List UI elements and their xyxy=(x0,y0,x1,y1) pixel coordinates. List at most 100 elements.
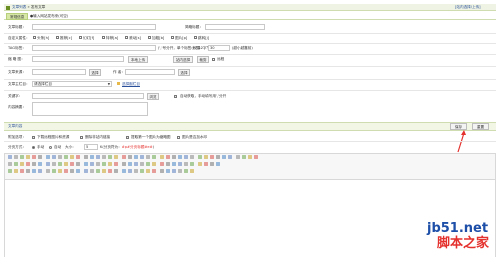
editor-tool-icon[interactable] xyxy=(8,155,12,159)
editor-tool-icon[interactable] xyxy=(204,155,208,159)
editor-tool-icon[interactable] xyxy=(90,169,94,173)
editor-tool-icon[interactable] xyxy=(26,155,30,159)
upload-button[interactable]: 本地上传 xyxy=(128,56,148,63)
tab-general[interactable]: 常规信息 xyxy=(6,13,29,20)
editor-tool-icon[interactable] xyxy=(96,169,100,173)
editor-tool-icon[interactable] xyxy=(228,155,232,159)
editor-tool-icon[interactable] xyxy=(236,155,240,159)
editor-tool-icon[interactable] xyxy=(76,155,80,159)
editor-tool-icon[interactable] xyxy=(84,169,88,173)
attr-checkbox[interactable] xyxy=(194,36,197,39)
editor-tool-icon[interactable] xyxy=(58,169,62,173)
attr-checkbox[interactable] xyxy=(33,36,36,39)
editor-tool-icon[interactable] xyxy=(20,162,24,166)
editor-tool-icon[interactable] xyxy=(38,162,42,166)
editor-tool-icon[interactable] xyxy=(52,169,56,173)
editor-tool-icon[interactable] xyxy=(128,169,132,173)
editor-tool-icon[interactable] xyxy=(198,155,202,159)
editor-tool-icon[interactable] xyxy=(108,155,112,159)
editor-tool-icon[interactable] xyxy=(58,162,62,166)
tab-advanced[interactable]: ●输入网站发布来(可空) xyxy=(30,14,68,19)
editor-tool-icon[interactable] xyxy=(152,169,156,173)
editor-tool-icon[interactable] xyxy=(152,155,156,159)
first-image-thumb-checkbox[interactable] xyxy=(126,135,129,139)
breadcrumb-current[interactable]: 文章列表 xyxy=(12,5,26,9)
keywords-input[interactable] xyxy=(32,93,144,99)
author-select-button[interactable]: 选择 xyxy=(178,69,190,76)
editor-tool-icon[interactable] xyxy=(134,155,138,159)
editor-tool-icon[interactable] xyxy=(146,169,150,173)
editor-tool-icon[interactable] xyxy=(96,155,100,159)
remote-checkbox[interactable] xyxy=(212,57,215,61)
column-select[interactable]: 请选择栏目 ▼ xyxy=(32,81,112,87)
editor-tool-icon[interactable] xyxy=(140,155,144,159)
editor-tool-icon[interactable] xyxy=(184,169,188,173)
editor-tool-icon[interactable] xyxy=(128,162,132,166)
reset-button[interactable]: 重置 xyxy=(472,123,489,130)
editor-tool-icon[interactable] xyxy=(102,162,106,166)
editor-tool-icon[interactable] xyxy=(96,162,100,166)
editor-tool-icon[interactable] xyxy=(14,155,18,159)
editor-tool-icon[interactable] xyxy=(84,162,88,166)
editor-tool-icon[interactable] xyxy=(114,155,118,159)
keywords-browse-button[interactable]: 浏览 xyxy=(147,93,159,100)
editor-tool-icon[interactable] xyxy=(46,162,50,166)
editor-tool-icon[interactable] xyxy=(166,162,170,166)
attr-checkbox[interactable] xyxy=(148,36,151,39)
attr-checkbox[interactable] xyxy=(125,36,128,39)
editor-tool-icon[interactable] xyxy=(38,169,42,173)
attr-checkbox[interactable] xyxy=(171,36,174,39)
editor-tool-icon[interactable] xyxy=(134,169,138,173)
editor-tool-icon[interactable] xyxy=(8,162,12,166)
editor-tool-icon[interactable] xyxy=(160,155,164,159)
editor-tool-icon[interactable] xyxy=(248,155,252,159)
editor-tool-icon[interactable] xyxy=(146,162,150,166)
editor-tool-icon[interactable] xyxy=(152,162,156,166)
editor-tool-icon[interactable] xyxy=(8,169,12,173)
attr-checkbox[interactable] xyxy=(79,36,82,39)
editor-tool-icon[interactable] xyxy=(204,162,208,166)
editor-tool-icon[interactable] xyxy=(128,155,132,159)
download-remote-checkbox[interactable] xyxy=(32,135,35,139)
editor-tool-icon[interactable] xyxy=(178,155,182,159)
editor-tool-icon[interactable] xyxy=(46,169,50,173)
editor-tool-icon[interactable] xyxy=(140,169,144,173)
editor-tool-icon[interactable] xyxy=(20,155,24,159)
editor-tool-icon[interactable] xyxy=(114,169,118,173)
editor-tool-icon[interactable] xyxy=(122,169,126,173)
editor-tool-icon[interactable] xyxy=(52,155,56,159)
choose-button[interactable]: 站内选择 xyxy=(173,56,193,63)
editor-tool-icon[interactable] xyxy=(166,169,170,173)
editor-tool-icon[interactable] xyxy=(52,162,56,166)
editor-tool-icon[interactable] xyxy=(70,162,74,166)
editor-tool-icon[interactable] xyxy=(216,162,220,166)
tag-input[interactable] xyxy=(32,45,156,51)
editor-tool-icon[interactable] xyxy=(32,155,36,159)
title-input[interactable] xyxy=(32,24,156,30)
editor-tool-icon[interactable] xyxy=(20,169,24,173)
upload-select-link[interactable]: [站内选择/上传] xyxy=(455,5,481,10)
remove-links-checkbox[interactable] xyxy=(80,135,83,139)
editor-tool-icon[interactable] xyxy=(90,155,94,159)
auto-radio[interactable] xyxy=(49,145,52,149)
crop-button[interactable]: 裁剪 xyxy=(197,56,209,63)
editor-tool-icon[interactable] xyxy=(102,155,106,159)
editor-tool-icon[interactable] xyxy=(122,162,126,166)
editor-tool-icon[interactable] xyxy=(46,155,50,159)
editor-tool-icon[interactable] xyxy=(210,155,214,159)
auto-keywords-checkbox[interactable] xyxy=(174,94,177,98)
editor-tool-icon[interactable] xyxy=(114,162,118,166)
editor-tool-icon[interactable] xyxy=(172,169,176,173)
source-input[interactable] xyxy=(32,69,86,75)
attr-checkbox[interactable] xyxy=(102,36,105,39)
editor-tool-icon[interactable] xyxy=(190,155,194,159)
editor-tool-icon[interactable] xyxy=(184,155,188,159)
editor-tool-icon[interactable] xyxy=(64,162,68,166)
editor-tool-icon[interactable] xyxy=(222,155,226,159)
editor-tool-icon[interactable] xyxy=(70,155,74,159)
editor-tool-icon[interactable] xyxy=(160,162,164,166)
editor-tool-icon[interactable] xyxy=(190,169,194,173)
desc-textarea[interactable] xyxy=(32,102,148,116)
editor-tool-icon[interactable] xyxy=(14,169,18,173)
editor-tool-icon[interactable] xyxy=(216,155,220,159)
